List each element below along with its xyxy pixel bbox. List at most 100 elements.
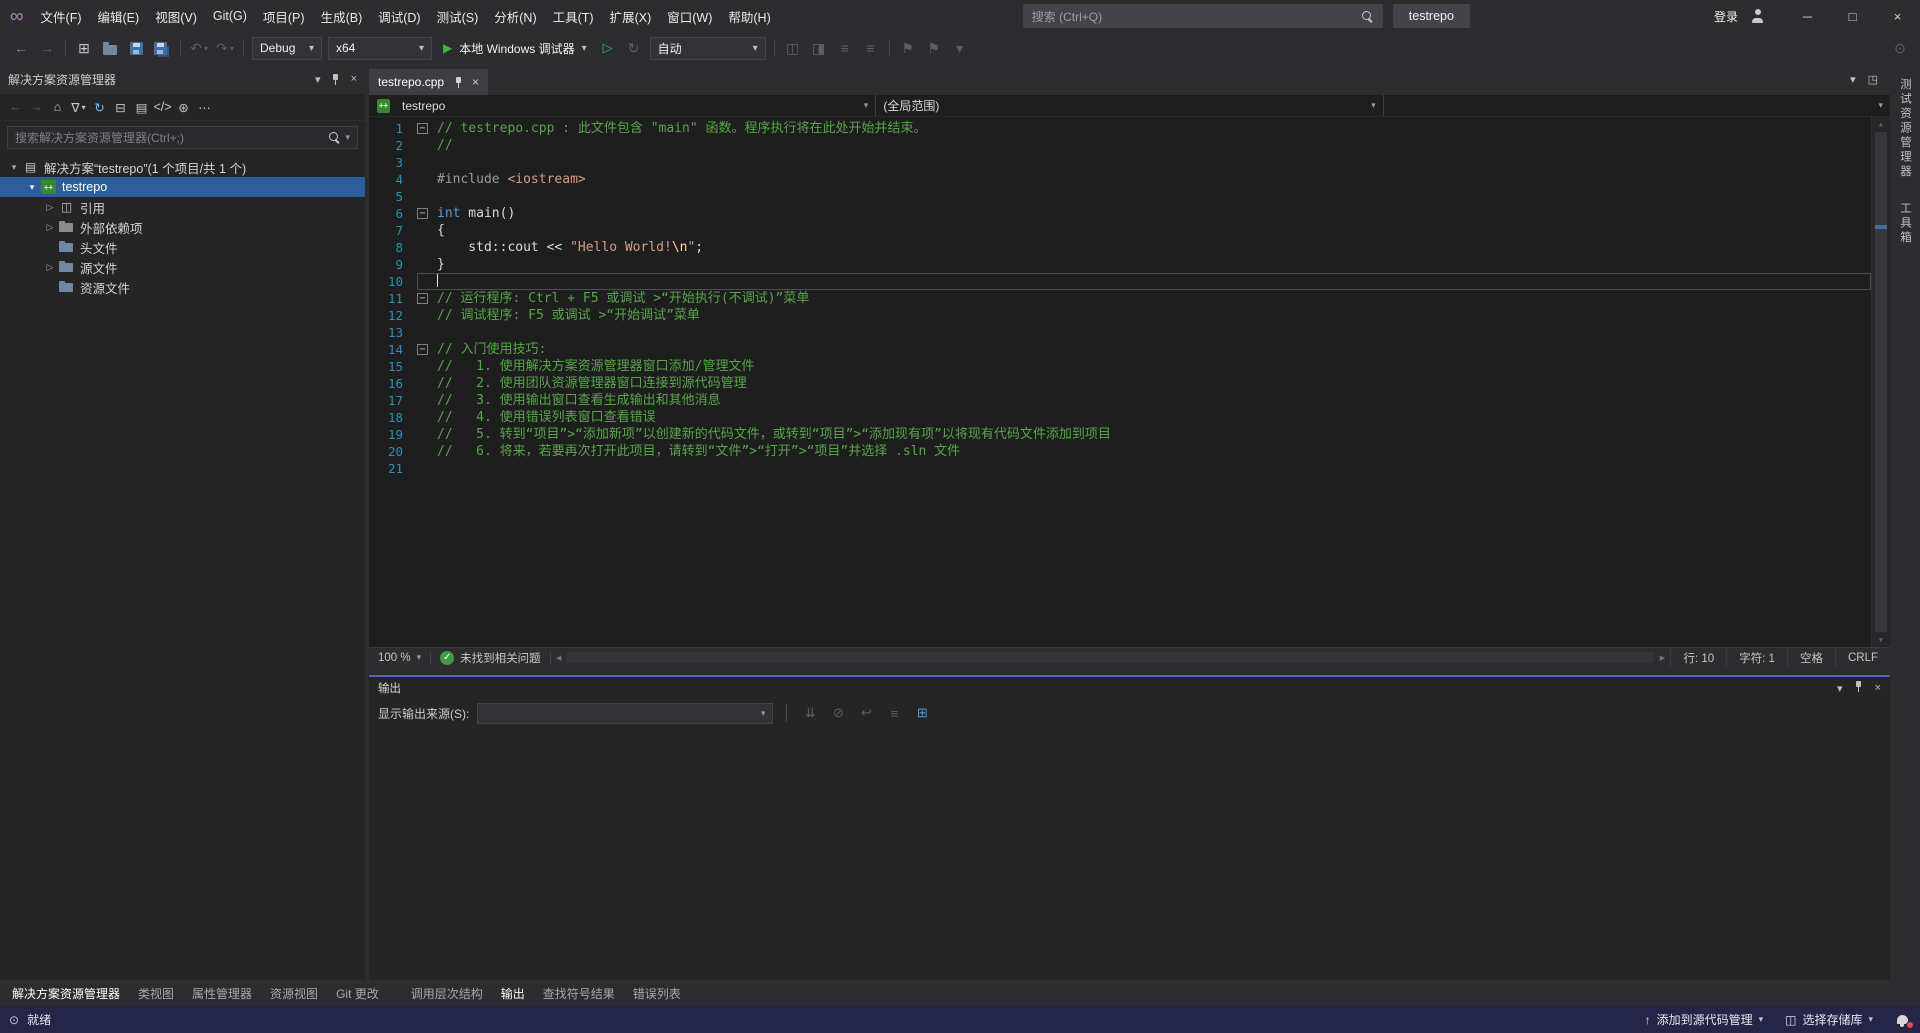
navigate-forward-icon[interactable]: → xyxy=(35,36,59,60)
code-line[interactable]: 6−int main() xyxy=(369,205,1871,222)
code-line[interactable]: 2// xyxy=(369,137,1871,154)
tree-item[interactable]: 资源文件 xyxy=(0,277,365,297)
properties-icon[interactable]: ▤ xyxy=(131,97,152,118)
compare-files-icon[interactable]: ◨ xyxy=(807,36,831,60)
code-line[interactable]: 20// 6. 将来，若要再次打开此项目，请转到“文件”>“打开”>“项目”并选… xyxy=(369,443,1871,460)
code-line[interactable]: 7{ xyxy=(369,222,1871,239)
user-avatar-icon[interactable] xyxy=(1750,9,1765,23)
tree-item[interactable]: ▷◫引用 xyxy=(0,197,365,217)
scrollbar-thumb[interactable] xyxy=(1875,132,1887,632)
code-line[interactable]: 13 xyxy=(369,324,1871,341)
menu-item[interactable]: 文件(F) xyxy=(33,0,90,32)
save-icon[interactable] xyxy=(124,36,148,60)
output-content[interactable] xyxy=(369,727,1890,980)
scroll-up-icon[interactable]: ▲ xyxy=(1872,120,1890,128)
code-line[interactable]: 16// 2. 使用团队资源管理器窗口连接到源代码管理 xyxy=(369,375,1871,392)
close-tab-icon[interactable]: × xyxy=(472,75,479,89)
scroll-left-icon[interactable]: ◀ xyxy=(551,654,567,662)
fold-collapse-icon[interactable]: − xyxy=(417,123,428,134)
view-code-icon[interactable]: </> xyxy=(152,97,173,118)
code-line[interactable]: 10 xyxy=(369,273,1871,290)
menu-item[interactable]: Git(G) xyxy=(205,0,255,32)
tree-item[interactable]: ▷源文件 xyxy=(0,257,365,277)
menu-item[interactable]: 生成(B) xyxy=(313,0,371,32)
right-dock-tab[interactable]: 工具箱 xyxy=(1897,202,1913,246)
save-all-icon[interactable] xyxy=(150,36,174,60)
code-line[interactable]: 4#include <iostream> xyxy=(369,171,1871,188)
menu-item[interactable]: 扩展(X) xyxy=(602,0,660,32)
tool-window-tab[interactable]: 查找符号结果 xyxy=(534,980,624,1006)
expander-icon[interactable]: ▾ xyxy=(6,162,22,173)
feedback-icon[interactable]: ⊙ xyxy=(9,1013,19,1027)
fold-margin[interactable]: − xyxy=(417,205,437,222)
notifications-button[interactable] xyxy=(1884,1006,1920,1033)
toggle-bookmark-icon[interactable]: ⚑ xyxy=(896,36,920,60)
expand-all-icon[interactable]: ⊞ xyxy=(912,705,932,721)
tool-window-tab[interactable]: Git 更改 xyxy=(327,980,388,1006)
code-line[interactable]: 12// 调试程序: F5 或调试 >“开始调试”菜单 xyxy=(369,307,1871,324)
zoom-dropdown[interactable]: 100 % ▾ xyxy=(369,648,430,667)
menu-item[interactable]: 帮助(H) xyxy=(720,0,778,32)
fold-margin[interactable]: − xyxy=(417,341,437,358)
code-line[interactable]: 3 xyxy=(369,154,1871,171)
solution-platforms-dropdown[interactable]: x64 ▾ xyxy=(328,37,432,60)
menu-item[interactable]: 窗口(W) xyxy=(659,0,720,32)
close-button[interactable]: × xyxy=(1875,0,1920,32)
tool-window-tab[interactable]: 属性管理器 xyxy=(183,980,261,1006)
close-panel-icon[interactable]: × xyxy=(351,73,357,85)
scroll-right-icon[interactable]: ▶ xyxy=(1654,654,1670,662)
fold-margin[interactable]: − xyxy=(417,120,437,137)
member-dropdown[interactable]: ▾ xyxy=(1384,95,1890,116)
hot-reload-icon[interactable]: ↻ xyxy=(622,36,646,60)
menu-item[interactable]: 项目(P) xyxy=(255,0,313,32)
tool-window-tab[interactable]: 解决方案资源管理器 xyxy=(3,980,129,1006)
start-debugging-button[interactable]: ▶ 本地 Windows 调试器 ▾ xyxy=(435,36,595,60)
code-line[interactable]: 1−// testrepo.cpp : 此文件包含 "main" 函数。程序执行… xyxy=(369,120,1871,137)
maximize-button[interactable]: □ xyxy=(1830,0,1875,32)
fold-margin[interactable]: − xyxy=(417,290,437,307)
line-indicator[interactable]: 行: 10 xyxy=(1670,648,1726,667)
spaces-indicator[interactable]: 空格 xyxy=(1787,648,1835,667)
indent-increase-icon[interactable]: ≡ xyxy=(859,36,883,60)
code-line[interactable]: 5 xyxy=(369,188,1871,205)
menu-item[interactable]: 分析(N) xyxy=(486,0,544,32)
column-indicator[interactable]: 字符: 1 xyxy=(1726,648,1787,667)
document-health-indicator[interactable]: ✓ 未找到相关问题 xyxy=(431,648,550,667)
sync-with-active-document-icon[interactable]: ↻ xyxy=(89,97,110,118)
filter-icon[interactable]: ∇▾ xyxy=(68,97,89,118)
code-line[interactable]: 15// 1. 使用解决方案资源管理器窗口添加/管理文件 xyxy=(369,358,1871,375)
indent-decrease-icon[interactable]: ≡ xyxy=(833,36,857,60)
expander-icon[interactable]: ▷ xyxy=(42,222,58,233)
home-icon[interactable]: ⌂ xyxy=(47,97,68,118)
window-layout-icon[interactable]: ◳ xyxy=(1868,73,1878,86)
word-wrap-icon[interactable]: ↩ xyxy=(856,705,876,721)
tree-item[interactable]: 头文件 xyxy=(0,237,365,257)
tool-window-tab[interactable]: 类视图 xyxy=(129,980,183,1006)
messages-icon[interactable]: ≡ xyxy=(884,706,904,721)
window-position-chevron-icon[interactable]: ▾ xyxy=(315,73,321,86)
expander-icon[interactable]: ▷ xyxy=(42,202,58,213)
pin-icon[interactable] xyxy=(331,74,341,85)
scrollbar-track[interactable] xyxy=(567,648,1655,667)
scope-dropdown[interactable]: (全局范围) ▾ xyxy=(876,95,1383,116)
redo-icon[interactable]: ↷▾ xyxy=(213,36,237,60)
expander-icon[interactable]: ▾ xyxy=(24,182,40,193)
code-editor[interactable]: 1−// testrepo.cpp : 此文件包含 "main" 函数。程序执行… xyxy=(369,117,1890,647)
tree-item[interactable]: ▾▤解决方案“testrepo”(1 个项目/共 1 个) xyxy=(0,157,365,177)
hot-reload-mode-dropdown[interactable]: 自动 ▾ xyxy=(650,37,766,60)
output-source-dropdown[interactable]: ▾ xyxy=(477,703,773,724)
close-panel-icon[interactable]: × xyxy=(1875,682,1881,694)
code-line[interactable]: 9} xyxy=(369,256,1871,273)
pin-tab-icon[interactable] xyxy=(453,77,463,88)
scroll-down-icon[interactable]: ▼ xyxy=(1872,636,1890,644)
window-position-chevron-icon[interactable]: ▾ xyxy=(1837,682,1843,695)
active-files-chevron-icon[interactable]: ▾ xyxy=(1850,73,1856,86)
tool-window-tab[interactable]: 输出 xyxy=(492,980,534,1006)
se-forward-icon[interactable]: → xyxy=(26,97,47,118)
tool-window-tab[interactable]: 错误列表 xyxy=(624,980,690,1006)
more-options-icon[interactable]: ⋯ xyxy=(194,97,215,118)
horizontal-scrollbar[interactable]: ◀ ▶ xyxy=(551,648,1671,667)
tool-window-tab[interactable]: 资源视图 xyxy=(261,980,327,1006)
select-repository-button[interactable]: ◫ 选择存储库 ▾ xyxy=(1774,1006,1884,1033)
panel-splitter[interactable] xyxy=(369,667,1890,675)
